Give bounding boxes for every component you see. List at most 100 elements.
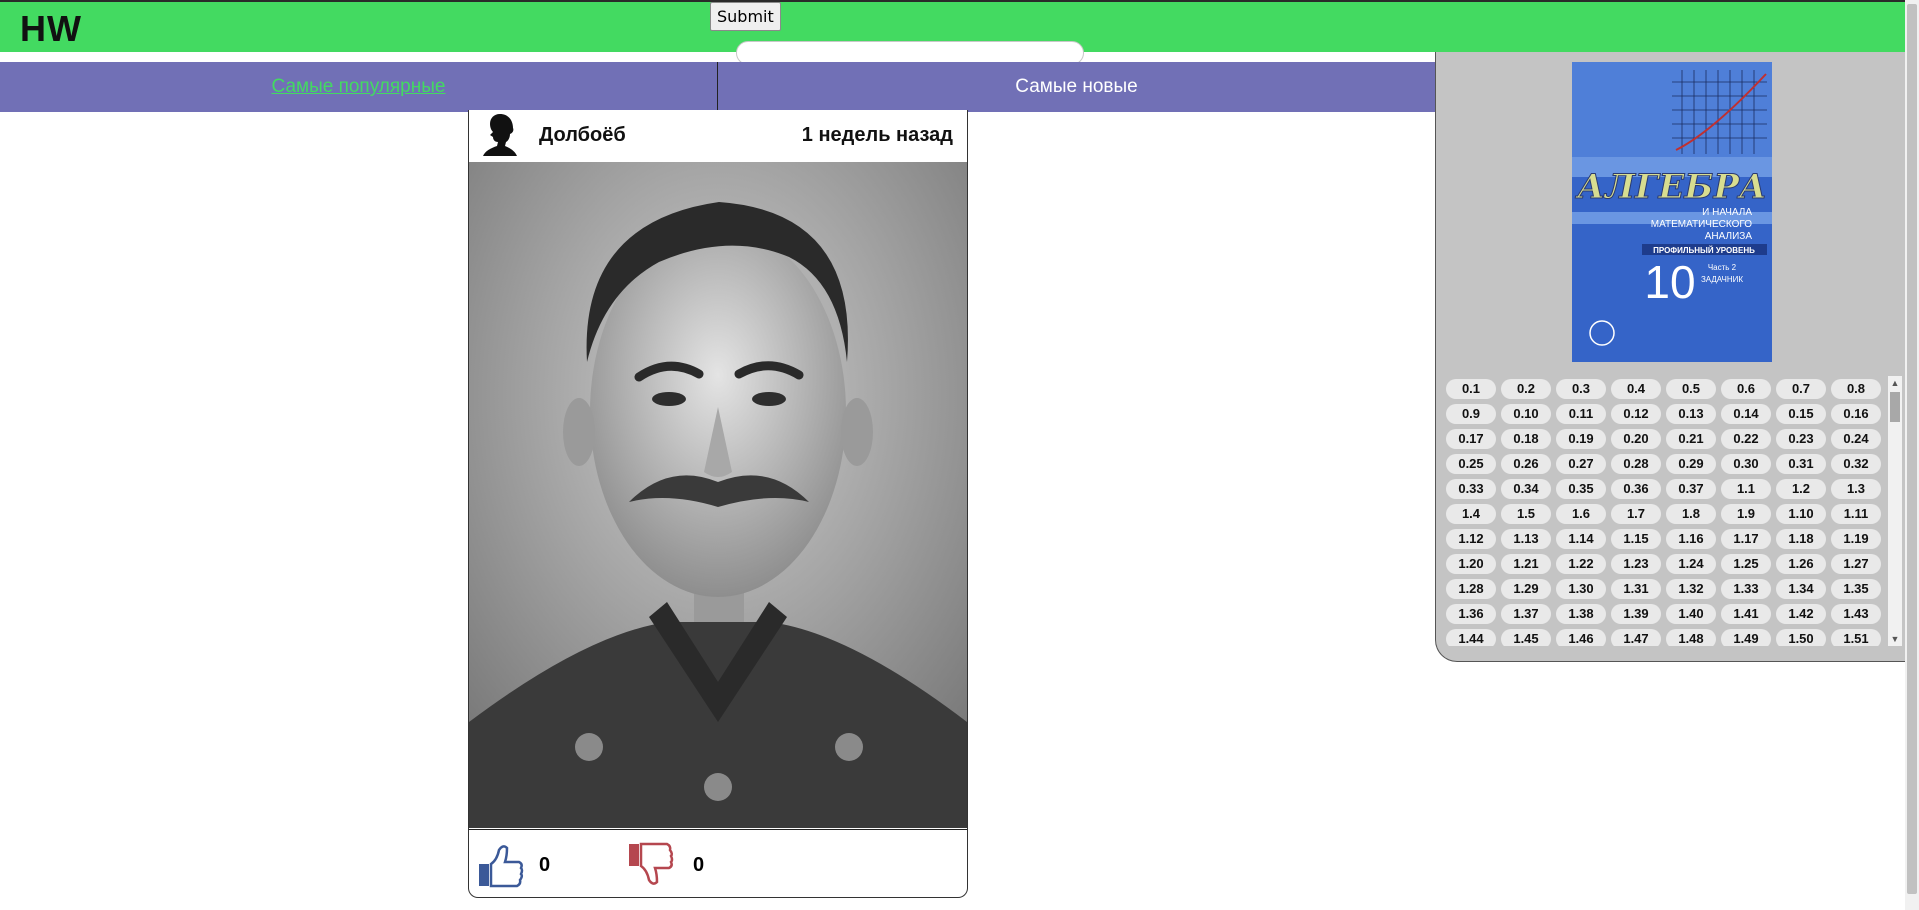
task-chip[interactable]: 1.4	[1446, 504, 1496, 524]
task-chip[interactable]: 1.43	[1831, 604, 1881, 624]
task-chip[interactable]: 1.24	[1666, 554, 1716, 574]
task-chip[interactable]: 1.7	[1611, 504, 1661, 524]
task-chip[interactable]: 1.8	[1666, 504, 1716, 524]
task-chip[interactable]: 1.50	[1776, 629, 1826, 646]
tab-most-popular[interactable]: Самые популярные	[0, 62, 717, 112]
task-chip[interactable]: 1.37	[1501, 604, 1551, 624]
task-chip[interactable]: 0.11	[1556, 404, 1606, 424]
task-chip[interactable]: 1.44	[1446, 629, 1496, 646]
scroll-up-icon[interactable]: ▲	[1888, 376, 1902, 390]
task-chip[interactable]: 0.34	[1501, 479, 1551, 499]
task-chip[interactable]: 1.3	[1831, 479, 1881, 499]
post-photo[interactable]	[469, 162, 967, 828]
task-chip[interactable]: 0.23	[1776, 429, 1826, 449]
task-chip[interactable]: 1.31	[1611, 579, 1661, 599]
task-chip[interactable]: 0.24	[1831, 429, 1881, 449]
task-chip[interactable]: 0.1	[1446, 379, 1496, 399]
task-chip[interactable]: 0.30	[1721, 454, 1771, 474]
task-chip[interactable]: 0.20	[1611, 429, 1661, 449]
task-chip[interactable]: 1.34	[1776, 579, 1826, 599]
task-chip[interactable]: 1.17	[1721, 529, 1771, 549]
task-chip[interactable]: 0.8	[1831, 379, 1881, 399]
task-list-scrollbar[interactable]: ▲ ▼	[1888, 376, 1902, 646]
task-chip[interactable]: 1.42	[1776, 604, 1826, 624]
task-chip[interactable]: 1.45	[1501, 629, 1551, 646]
task-chip[interactable]: 1.48	[1666, 629, 1716, 646]
task-chip[interactable]: 0.19	[1556, 429, 1606, 449]
task-chip[interactable]: 0.6	[1721, 379, 1771, 399]
task-chip[interactable]: 1.35	[1831, 579, 1881, 599]
task-chip[interactable]: 0.37	[1666, 479, 1716, 499]
task-chip[interactable]: 0.18	[1501, 429, 1551, 449]
page-scroll-thumb[interactable]	[1907, 4, 1917, 894]
task-chip[interactable]: 1.51	[1831, 629, 1881, 646]
task-chip[interactable]: 0.35	[1556, 479, 1606, 499]
task-chip[interactable]: 1.14	[1556, 529, 1606, 549]
task-chip[interactable]: 1.25	[1721, 554, 1771, 574]
thumbs-up-icon[interactable]	[477, 842, 525, 888]
task-chip[interactable]: 1.40	[1666, 604, 1716, 624]
task-chip[interactable]: 0.10	[1501, 404, 1551, 424]
task-chip[interactable]: 0.31	[1776, 454, 1826, 474]
task-chip[interactable]: 0.29	[1666, 454, 1716, 474]
task-chip[interactable]: 1.12	[1446, 529, 1496, 549]
task-chip[interactable]: 0.36	[1611, 479, 1661, 499]
task-chip[interactable]: 1.46	[1556, 629, 1606, 646]
task-chip[interactable]: 1.49	[1721, 629, 1771, 646]
task-chip[interactable]: 1.47	[1611, 629, 1661, 646]
task-chip[interactable]: 0.4	[1611, 379, 1661, 399]
task-chip[interactable]: 1.27	[1831, 554, 1881, 574]
task-chip[interactable]: 1.28	[1446, 579, 1496, 599]
task-chip[interactable]: 0.17	[1446, 429, 1496, 449]
task-chip[interactable]: 1.41	[1721, 604, 1771, 624]
task-chip[interactable]: 0.3	[1556, 379, 1606, 399]
tab-newest[interactable]: Самые новые	[717, 62, 1435, 112]
task-chip[interactable]: 0.14	[1721, 404, 1771, 424]
task-chip[interactable]: 1.23	[1611, 554, 1661, 574]
task-chip[interactable]: 0.9	[1446, 404, 1496, 424]
submit-button[interactable]: Submit	[710, 2, 781, 31]
task-chip[interactable]: 1.1	[1721, 479, 1771, 499]
task-chip[interactable]: 0.13	[1666, 404, 1716, 424]
task-chip[interactable]: 1.19	[1831, 529, 1881, 549]
task-chip[interactable]: 1.9	[1721, 504, 1771, 524]
page-scrollbar[interactable]	[1905, 0, 1919, 910]
task-chip[interactable]: 0.21	[1666, 429, 1716, 449]
scroll-down-icon[interactable]: ▼	[1888, 632, 1902, 646]
task-chip[interactable]: 1.30	[1556, 579, 1606, 599]
task-list[interactable]: 0.1 0.2 0.3 0.4 0.5 0.6 0.7 0.8 0.9 0.10 0.11 0.12 0…	[1442, 376, 1888, 646]
task-chip[interactable]: 1.22	[1556, 554, 1606, 574]
task-chip[interactable]: 1.38	[1556, 604, 1606, 624]
task-chip[interactable]: 1.10	[1776, 504, 1826, 524]
task-chip[interactable]: 1.6	[1556, 504, 1606, 524]
task-chip[interactable]: 1.39	[1611, 604, 1661, 624]
task-chip[interactable]: 1.11	[1831, 504, 1881, 524]
task-chip[interactable]: 0.33	[1446, 479, 1496, 499]
task-chip[interactable]: 1.13	[1501, 529, 1551, 549]
book-cover[interactable]: АЛГЕБРА И НАЧАЛА МАТЕМАТИЧЕСКОГО АНАЛИЗА…	[1572, 62, 1772, 362]
task-chip[interactable]: 0.25	[1446, 454, 1496, 474]
task-chip[interactable]: 0.28	[1611, 454, 1661, 474]
task-chip[interactable]: 0.32	[1831, 454, 1881, 474]
task-chip[interactable]: 1.18	[1776, 529, 1826, 549]
task-chip[interactable]: 0.2	[1501, 379, 1551, 399]
scroll-thumb[interactable]	[1890, 392, 1900, 422]
task-chip[interactable]: 0.12	[1611, 404, 1661, 424]
task-chip[interactable]: 1.16	[1666, 529, 1716, 549]
task-chip[interactable]: 0.7	[1776, 379, 1826, 399]
task-chip[interactable]: 0.5	[1666, 379, 1716, 399]
site-logo[interactable]: HW	[20, 8, 82, 50]
thumbs-down-icon[interactable]	[627, 842, 675, 888]
task-chip[interactable]: 0.16	[1831, 404, 1881, 424]
task-chip[interactable]: 1.32	[1666, 579, 1716, 599]
task-chip[interactable]: 1.20	[1446, 554, 1496, 574]
task-chip[interactable]: 1.26	[1776, 554, 1826, 574]
post-author[interactable]: Долбоёб	[539, 124, 626, 147]
task-chip[interactable]: 0.26	[1501, 454, 1551, 474]
task-chip[interactable]: 1.33	[1721, 579, 1771, 599]
task-chip[interactable]: 1.2	[1776, 479, 1826, 499]
task-chip[interactable]: 1.36	[1446, 604, 1496, 624]
task-chip[interactable]: 0.15	[1776, 404, 1826, 424]
task-chip[interactable]: 1.15	[1611, 529, 1661, 549]
task-chip[interactable]: 0.27	[1556, 454, 1606, 474]
